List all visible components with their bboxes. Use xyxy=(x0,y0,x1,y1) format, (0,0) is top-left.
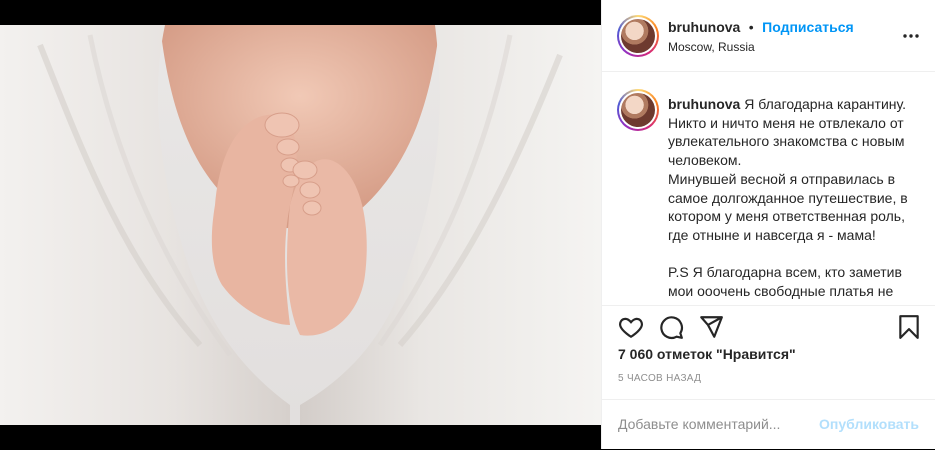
post-photo[interactable] xyxy=(0,25,601,425)
post-header: bruhunova • Подписаться Moscow, Russia xyxy=(602,0,935,72)
comment-bar: Опубликовать xyxy=(602,399,935,449)
post-caption: bruhunova Я благодарна карантину. Никто … xyxy=(668,95,918,301)
post-timestamp[interactable]: 5 часов назад xyxy=(618,373,701,384)
caption-avatar[interactable] xyxy=(617,89,659,131)
bookmark-icon[interactable] xyxy=(896,314,924,342)
author-avatar[interactable] xyxy=(617,15,659,57)
post-location[interactable]: Moscow, Russia xyxy=(668,40,755,54)
more-horizontal-icon[interactable] xyxy=(901,26,921,46)
separator-dot: • xyxy=(748,19,754,35)
baby-feet-photo xyxy=(0,25,601,425)
avatar-image xyxy=(621,19,655,53)
heart-icon[interactable] xyxy=(618,314,646,342)
post-side-panel: bruhunova • Подписаться Moscow, Russia b… xyxy=(601,0,935,449)
caption-username[interactable]: bruhunova xyxy=(668,96,740,112)
avatar-image xyxy=(621,93,655,127)
paper-plane-icon[interactable] xyxy=(698,314,726,342)
follow-button[interactable]: Подписаться xyxy=(762,19,854,35)
caption-text: Я благодарна карантину. Никто и ничто ме… xyxy=(668,96,908,300)
publish-button[interactable]: Опубликовать xyxy=(819,416,919,432)
post-media[interactable] xyxy=(0,0,601,449)
like-count[interactable]: 7 060 отметок "Нравится" xyxy=(618,346,796,362)
comment-input[interactable] xyxy=(618,416,838,432)
author-username[interactable]: bruhunova xyxy=(668,19,740,35)
comment-icon[interactable] xyxy=(658,314,686,342)
